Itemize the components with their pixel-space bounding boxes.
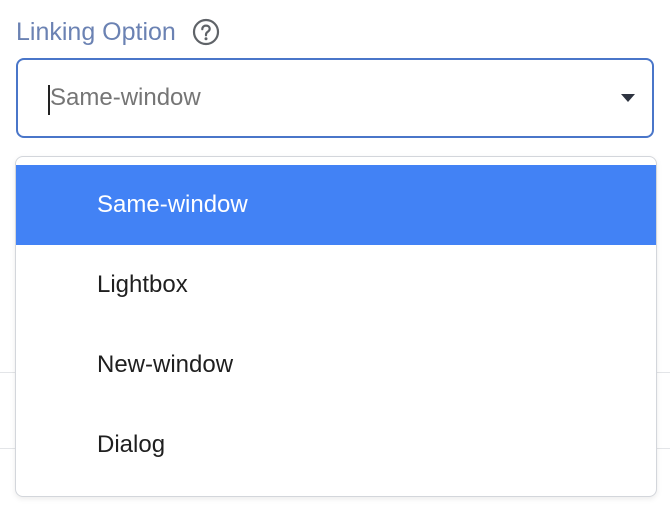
question-circle-icon[interactable] [192, 18, 220, 46]
menu-item-new-window[interactable]: New-window [16, 325, 656, 405]
linking-option-input[interactable] [50, 60, 570, 136]
field-label-row: Linking Option [16, 14, 220, 50]
field-label: Linking Option [16, 17, 176, 46]
linking-option-select[interactable] [16, 58, 654, 138]
menu-item-same-window[interactable]: Same-window [16, 165, 656, 245]
menu-item-lightbox[interactable]: Lightbox [16, 245, 656, 325]
linking-option-panel: Linking Option Same-window Lightbox New-… [0, 0, 670, 514]
triangle-down-icon[interactable] [618, 88, 638, 108]
dropdown-menu: Same-window Lightbox New-window Dialog [15, 156, 657, 497]
menu-item-dialog[interactable]: Dialog [16, 405, 656, 485]
